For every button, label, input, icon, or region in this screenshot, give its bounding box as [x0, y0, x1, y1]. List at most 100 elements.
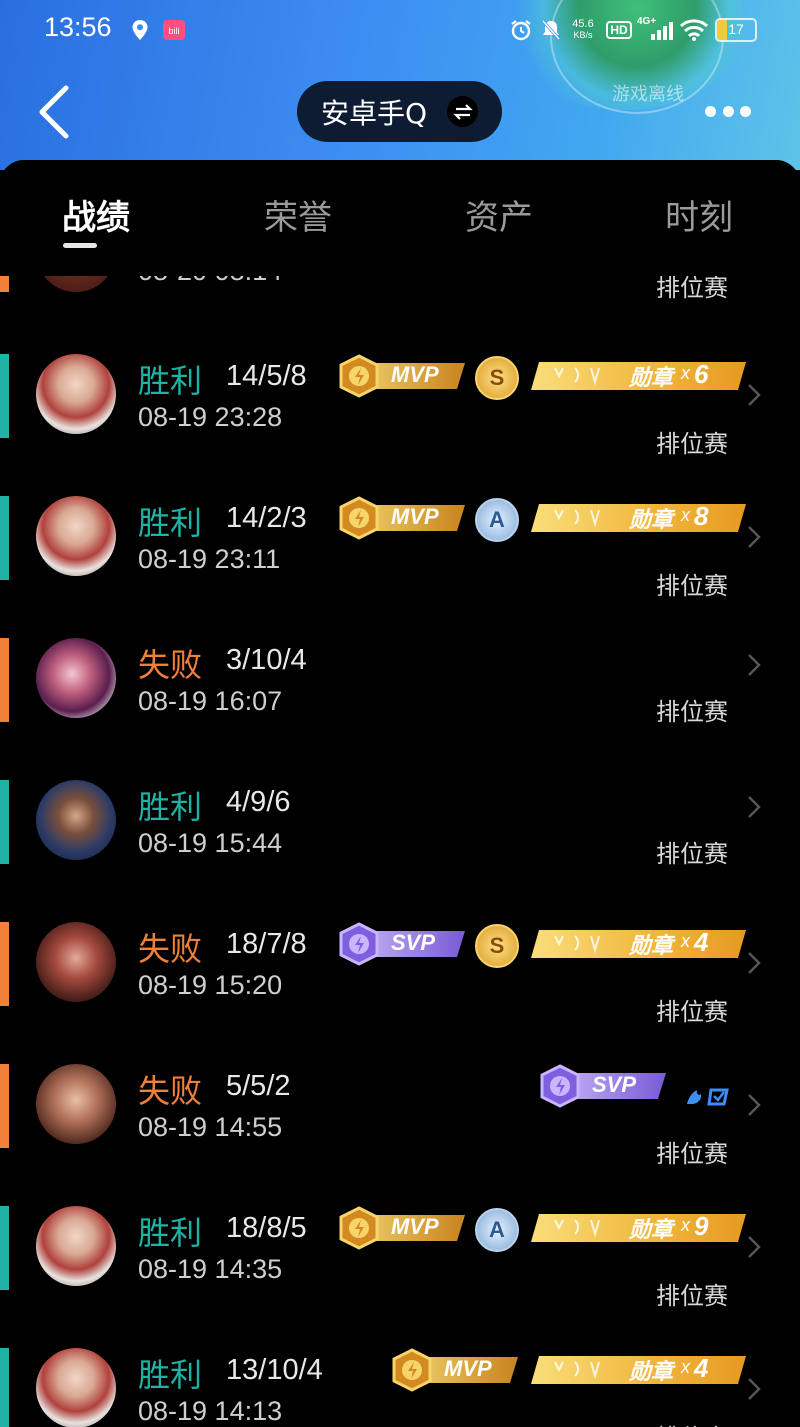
more-dot-icon	[722, 105, 734, 117]
medal-prefix: x	[681, 1215, 690, 1235]
mvp-label: MVP	[391, 362, 439, 387]
medal-badge: 勋章 x 8	[531, 501, 746, 533]
more-dot-icon	[740, 105, 751, 117]
match-mode: 排位赛	[656, 1140, 728, 1168]
signal-icon: 4G+	[637, 16, 673, 42]
account-name: 安卓手Q	[321, 96, 428, 130]
hero-avatar	[36, 1064, 116, 1144]
net-speed-indicator: 45.6 KB/s	[566, 18, 600, 42]
svp-badge: SVP	[337, 922, 467, 966]
match-datetime: 08-19 14:13	[138, 1396, 283, 1426]
medal-count: 9	[694, 1211, 709, 1241]
tab-battle-record[interactable]: 战绩	[62, 190, 130, 239]
medal-count: 4	[694, 1353, 709, 1383]
match-mode: 排位赛	[656, 998, 728, 1026]
svp-label: SVP	[391, 930, 436, 955]
match-kda: 3/10/4	[226, 644, 307, 676]
medal-badge: 勋章 x 4	[531, 927, 746, 959]
match-row[interactable]: 失败 18/7/8 08-19 15:20 SVP S 勋章 x 4 排位赛	[0, 922, 800, 1064]
match-row[interactable]: 胜利 14/2/3 08-19 23:11 MVP A 勋章 x 8 排位赛	[0, 496, 800, 638]
match-row[interactable]: 胜利 14/5/8 08-19 23:28 MVP S 勋章 x 6 排位赛	[0, 354, 800, 496]
medal-label: 勋章	[629, 1360, 674, 1385]
app-notification-icon: bili	[162, 18, 186, 42]
tab-honor[interactable]: 荣誉	[264, 190, 332, 239]
battery-icon: 17	[714, 18, 758, 42]
hero-avatar	[36, 1206, 116, 1286]
mvp-badge: MVP	[337, 354, 467, 398]
status-bar: 13:56 bili 45.6 KB/s HD 4G+ 17	[0, 0, 800, 62]
medal-badge: 勋章 x 9	[531, 1211, 746, 1243]
match-kda: 18/7/8	[226, 928, 307, 960]
match-row[interactable]: 失败 3/10/4 08-19 16:07 排位赛	[0, 638, 800, 780]
match-row[interactable]: 失败 5/5/2 08-19 14:55 SVP 排位赛	[0, 1064, 800, 1206]
match-datetime: 08-19 14:55	[138, 1112, 283, 1142]
result-strip	[0, 780, 9, 864]
back-button[interactable]	[36, 84, 76, 140]
more-dot-icon	[705, 105, 716, 117]
match-datetime: 08-19 16:07	[138, 686, 283, 716]
match-kda: 5/5/2	[226, 1070, 291, 1102]
mvp-label: MVP	[391, 504, 439, 529]
match-mode: 排位赛	[656, 572, 728, 600]
match-result: 失败	[138, 1072, 203, 1110]
svg-text:bili: bili	[168, 26, 179, 36]
chevron-right-icon	[746, 794, 762, 820]
medal-prefix: x	[681, 363, 690, 383]
location-icon	[130, 18, 150, 42]
mvp-badge: MVP	[337, 496, 467, 540]
chevron-right-icon	[746, 524, 762, 550]
match-mode: 排位赛	[656, 698, 728, 726]
more-options-button[interactable]	[705, 104, 751, 118]
chevron-right-icon	[746, 1376, 762, 1402]
grade-s-badge: S	[475, 924, 519, 968]
match-datetime: 08-19 23:28	[138, 402, 283, 432]
match-result: 胜利	[138, 788, 203, 826]
medal-badge: 勋章 x 6	[531, 359, 746, 391]
match-row[interactable]: 胜利 18/8/5 08-19 14:35 MVP A 勋章 x 9 排位赛	[0, 1206, 800, 1348]
swap-account-icon	[447, 96, 478, 127]
net-speed-value: 45.6	[572, 18, 594, 30]
wifi-icon	[679, 18, 709, 42]
hero-avatar	[36, 496, 116, 576]
achievement-icons	[683, 1082, 733, 1110]
tab-bar: 战绩 荣誉 资产 时刻	[0, 160, 800, 276]
mvp-badge: MVP	[390, 1348, 520, 1392]
game-status-text: 游戏离线	[612, 84, 684, 105]
match-kda: 18/8/5	[226, 1212, 307, 1244]
match-row[interactable]: 胜利 13/10/4 08-19 14:13 MVP 勋章 x 4 排位赛	[0, 1348, 800, 1427]
result-strip	[0, 496, 9, 580]
match-mode: 排位赛	[656, 840, 728, 868]
match-mode: 排位赛	[656, 430, 728, 458]
match-row[interactable]: 胜利 4/9/6 08-19 15:44 排位赛	[0, 780, 800, 922]
match-datetime: 08-19 14:35	[138, 1254, 283, 1284]
tab-moments[interactable]: 时刻	[665, 190, 733, 239]
chevron-right-icon	[746, 1092, 762, 1118]
match-kda: 14/2/3	[226, 502, 307, 534]
result-strip	[0, 638, 9, 722]
alarm-icon	[508, 18, 534, 42]
match-datetime: 08-19 15:44	[138, 828, 283, 858]
match-result: 胜利	[138, 362, 203, 400]
medal-label: 勋章	[629, 934, 674, 959]
status-time: 13:56	[44, 12, 112, 42]
chevron-right-icon	[746, 652, 762, 678]
svp-badge: SVP	[538, 1064, 668, 1108]
hero-avatar	[36, 780, 116, 860]
medal-label: 勋章	[629, 508, 674, 533]
active-tab-indicator	[63, 243, 97, 248]
hd-badge: HD	[606, 18, 632, 42]
tab-assets[interactable]: 资产	[465, 190, 533, 239]
hero-avatar	[36, 638, 116, 718]
result-strip	[0, 1348, 9, 1427]
match-mode: 排位赛	[656, 1282, 728, 1310]
match-result: 胜利	[138, 1214, 203, 1252]
svp-label: SVP	[592, 1072, 637, 1097]
account-switcher[interactable]: 安卓手Q	[297, 81, 502, 142]
hero-avatar	[36, 1348, 116, 1427]
match-kda: 14/5/8	[226, 360, 307, 392]
result-strip	[0, 922, 9, 1006]
grade-a-badge: A	[475, 498, 519, 542]
result-strip	[0, 354, 9, 438]
header-bar: 13:56 bili 45.6 KB/s HD 4G+ 17 安卓手Q 游戏离线	[0, 0, 800, 170]
hero-avatar	[36, 922, 116, 1002]
